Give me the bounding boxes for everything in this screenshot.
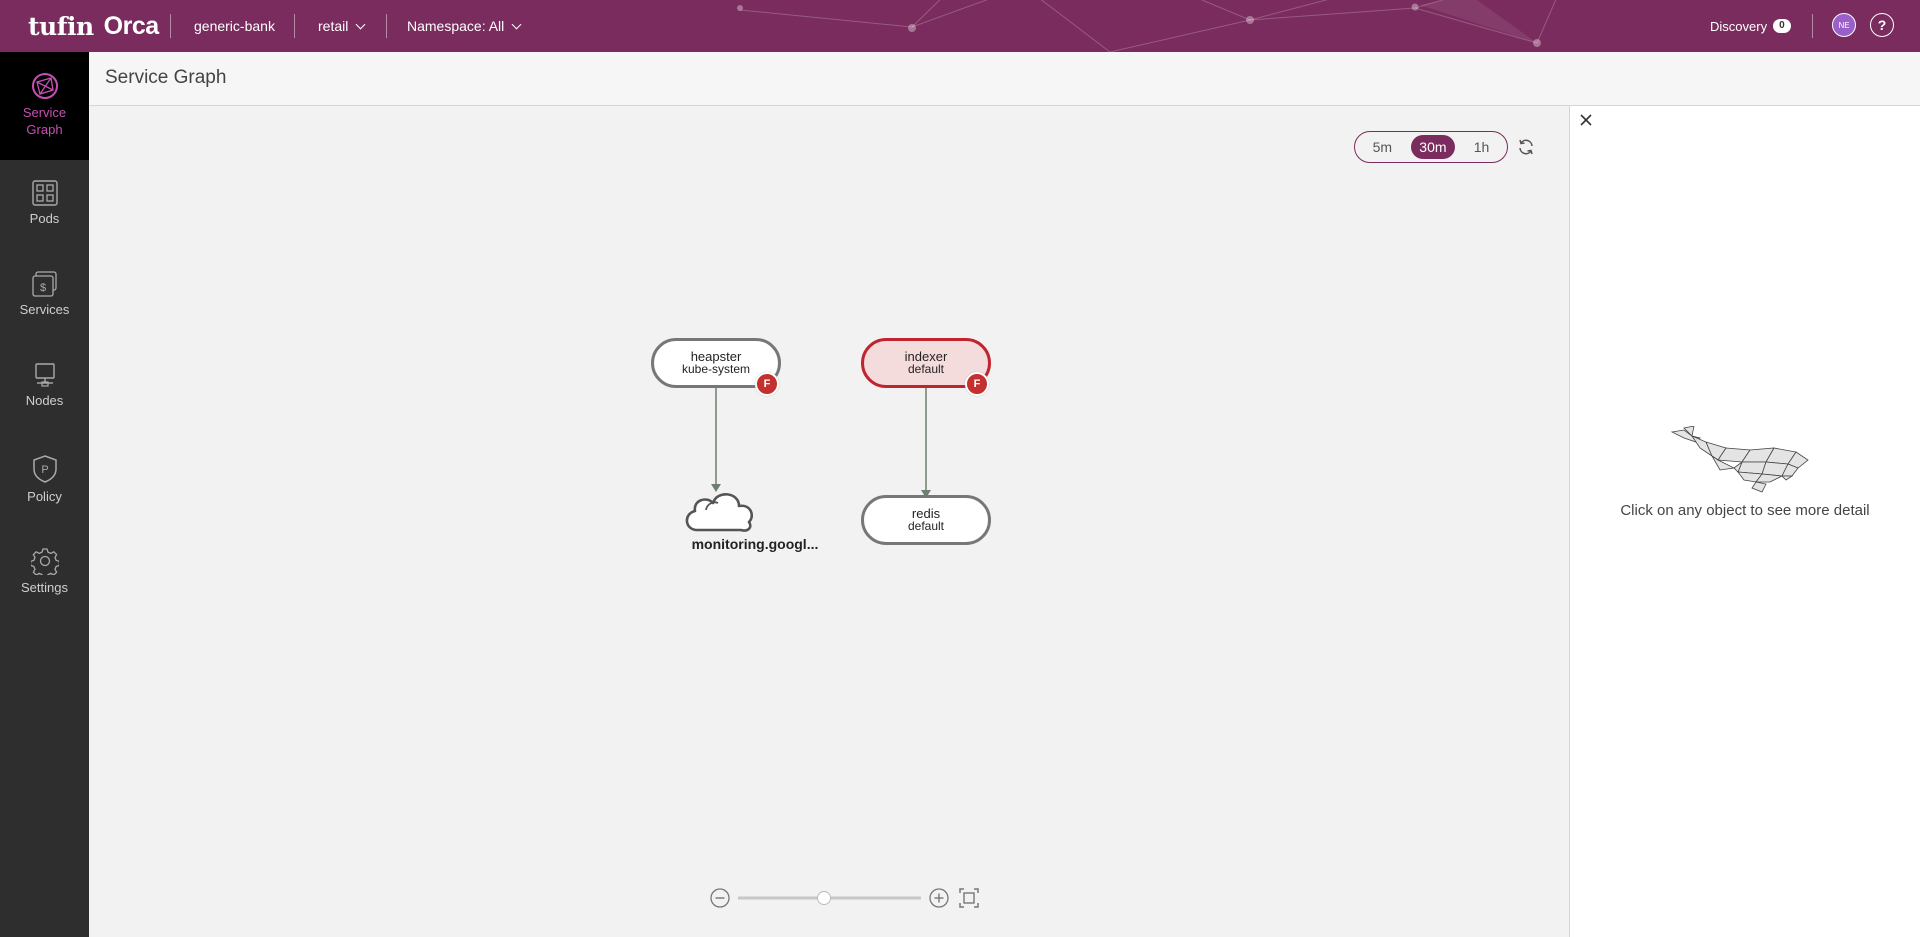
whale-illustration [1670,426,1809,493]
sidebar-item-label: Graph [26,122,63,137]
tufin-orca-logo[interactable]: tufin Orca [28,10,159,42]
sidebar-item-label: Pods [29,211,60,226]
nodes-monitor-icon [34,363,55,387]
sidebar-item-label: Services [19,302,70,317]
status-badge[interactable]: F [965,372,989,396]
sidebar-item-service-graph[interactable]: Service Graph [0,52,89,160]
chevron-down-icon [511,19,522,29]
sidebar-item-label: Service [22,105,67,120]
account-label: generic-bank [194,18,275,34]
gear-icon [30,548,59,575]
svg-text:$: $ [39,282,45,294]
sidebar-item-label: Settings [21,580,68,595]
policy-shield-icon: P [32,455,57,483]
page-title: Service Graph [105,67,227,88]
discovery-label: Discovery [1710,18,1768,34]
graph-edges [685,388,931,532]
sidebar: Service Graph Pods $ Services Nodes P Po… [0,52,89,937]
service-graph-canvas[interactable]: 5m 30m 1h heapster kube-system F indexer… [89,106,1569,937]
node-namespace: default [907,519,945,533]
sidebar-item-label: Nodes [25,393,64,408]
sidebar-item-nodes[interactable]: Nodes [0,362,89,409]
divider [386,14,387,38]
account-name: generic-bank [194,0,275,52]
detail-panel: Click on any object to see more detail [1569,106,1920,937]
namespace-dropdown[interactable]: Namespace: All [407,0,522,52]
sidebar-item-label: Policy [27,489,62,504]
network-background-pattern [737,0,1557,52]
chevron-down-icon [355,19,366,29]
sidebar-item-pods[interactable]: Pods [0,180,89,227]
cluster-dropdown[interactable]: retail [318,0,366,52]
namespace-label: Namespace: All [407,18,505,34]
external-node-label[interactable]: monitoring.googl... [659,536,851,552]
discovery-button[interactable]: Discovery 0 [1710,0,1791,52]
help-button[interactable]: ? [1870,13,1894,37]
status-badge[interactable]: F [755,372,779,396]
sidebar-item-settings[interactable]: Settings [0,547,89,596]
fit-to-screen-icon[interactable] [959,888,979,908]
zoom-slider-handle[interactable] [817,891,832,905]
logo-orca-text: Orca [103,11,159,40]
top-bar: tufin Orca generic-bank retail Namespace… [0,0,1920,52]
service-graph-icon [31,73,58,99]
page-header: Service Graph [89,52,1920,106]
logo-tufin-text: tufin [28,11,94,41]
discovery-count-badge: 0 [1773,19,1791,33]
svg-text:P: P [41,464,48,476]
service-node-redis[interactable]: redis default [861,495,991,545]
zoom-controls [710,888,979,908]
arrowhead-icon [711,484,721,492]
cluster-label: retail [318,18,349,34]
divider [294,14,295,38]
divider [170,14,171,38]
zoom-in-icon[interactable] [929,888,949,908]
user-avatar[interactable]: NE [1832,13,1856,37]
close-icon[interactable] [1578,112,1594,128]
cloud-icon[interactable] [685,493,753,532]
detail-hint: Click on any object to see more detail [1620,502,1870,519]
divider [1812,14,1813,38]
sidebar-item-policy[interactable]: P Policy [0,454,89,505]
pods-grid-icon [31,180,58,206]
sidebar-item-services[interactable]: $ Services [0,271,89,318]
zoom-out-icon[interactable] [710,888,730,908]
services-icon: $ [31,271,57,297]
